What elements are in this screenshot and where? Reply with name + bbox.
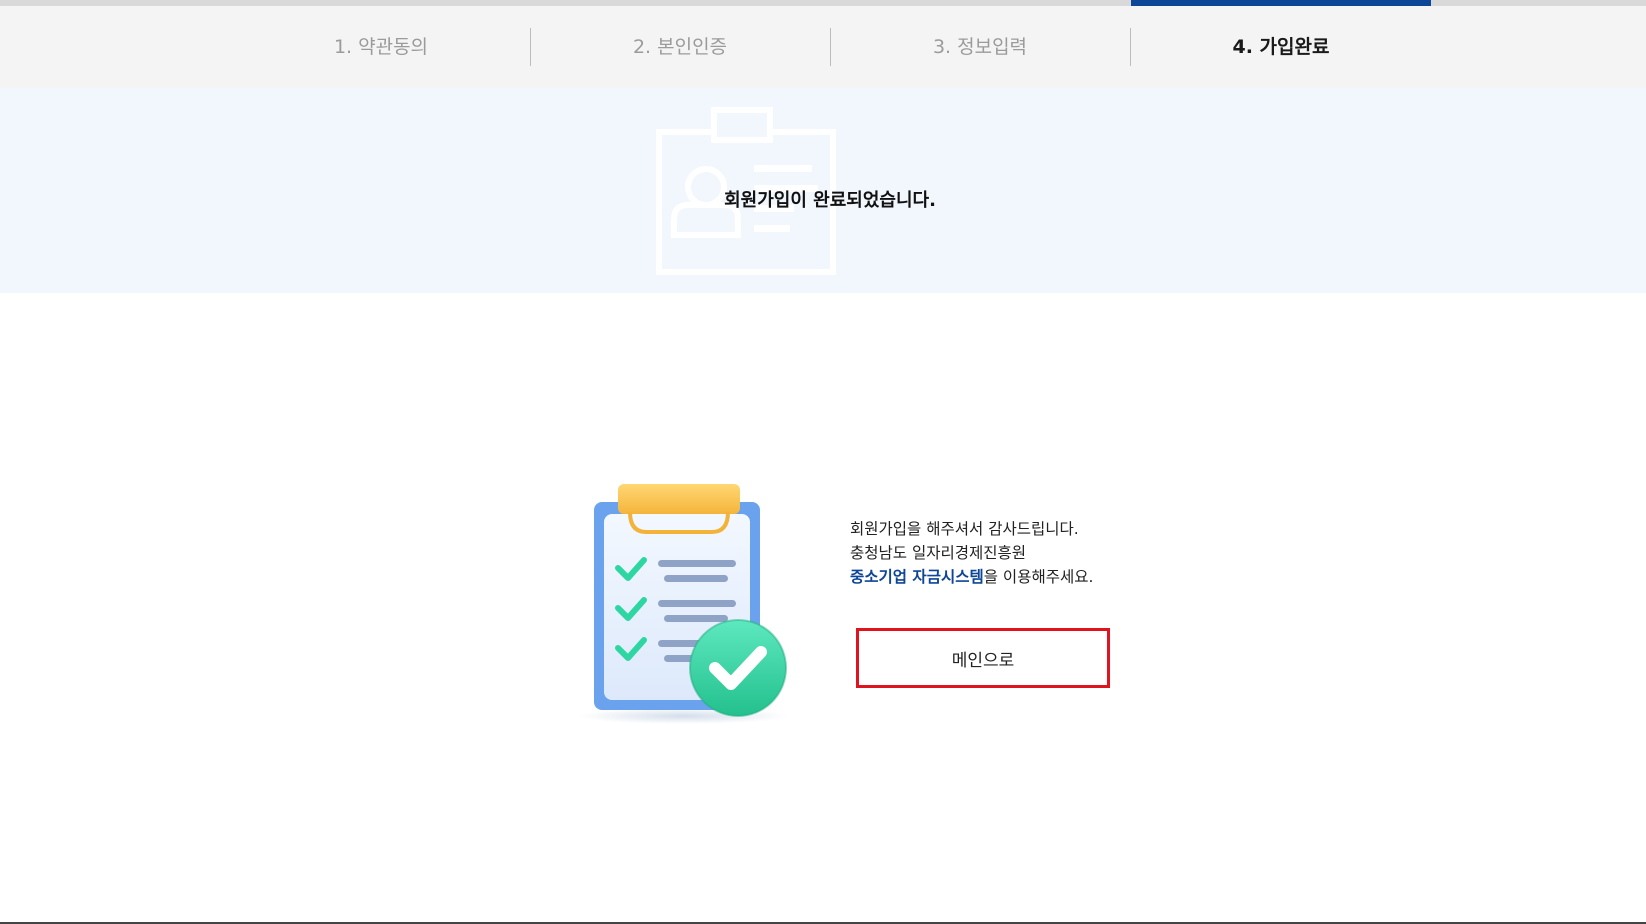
go-to-main-button[interactable]: 메인으로 [856,628,1110,688]
step-complete: 4. 가입완료 [1232,36,1330,58]
progress-fill [1131,0,1431,6]
message-line-system: 중소기업 자금시스템을 이용해주세요. [850,565,1170,589]
step-verification: 2. 본인인증 [632,36,728,58]
step-information: 3. 정보입력 [932,36,1028,58]
completion-banner: 회원가입이 완료되었습니다. [0,88,1646,293]
clipboard-checklist-icon [578,484,788,724]
completion-title: 회원가입이 완료되었습니다. [724,190,936,211]
thank-you-message: 회원가입을 해주셔서 감사드립니다. 충청남도 일자리경제진흥원 중소기업 자금… [850,517,1170,589]
message-line-thanks: 회원가입을 해주셔서 감사드립니다. [850,520,1079,538]
signup-steps: 1. 약관동의 2. 본인인증 3. 정보입력 4. 가입완료 [0,0,1646,88]
system-name-link: 중소기업 자금시스템 [850,568,984,586]
step-terms: 1. 약관동의 [333,36,429,58]
message-line-suffix: 을 이용해주세요. [983,568,1094,586]
message-line-organization: 충청남도 일자리경제진흥원 [850,544,1027,562]
